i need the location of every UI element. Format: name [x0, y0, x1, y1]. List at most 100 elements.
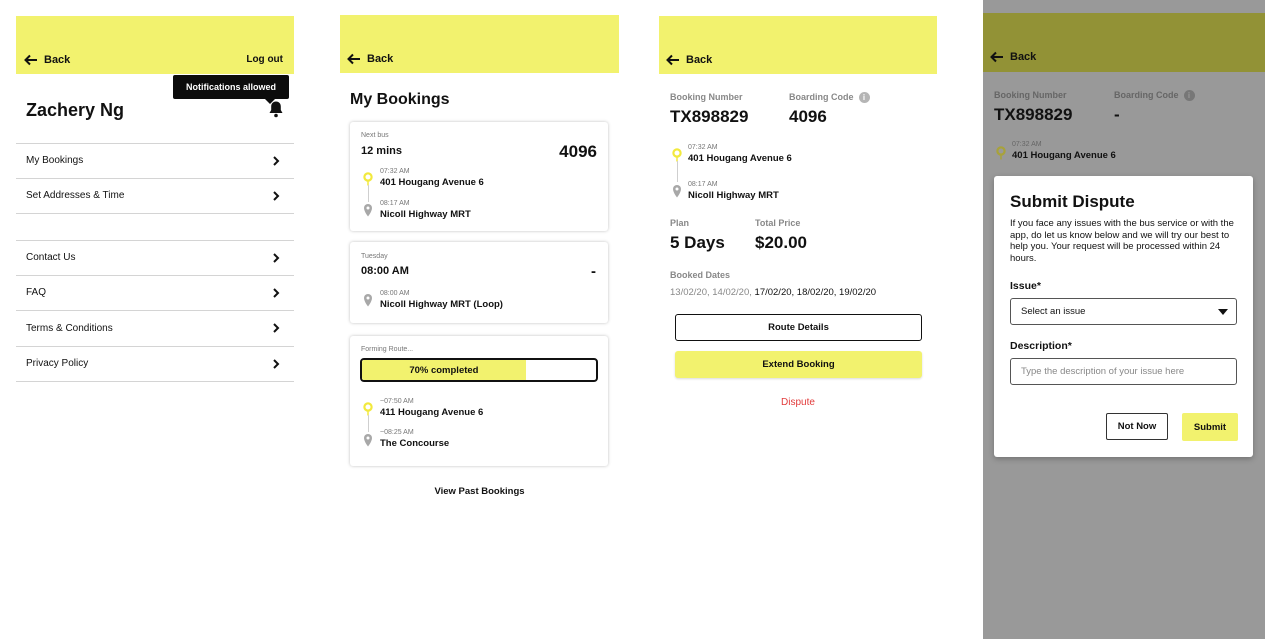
eta: 12 mins — [361, 145, 402, 157]
notifications-tooltip: Notifications allowed — [173, 75, 289, 104]
bus-number: - — [591, 263, 596, 280]
pin-end-icon — [364, 204, 372, 217]
info-icon[interactable]: i — [858, 92, 870, 104]
chevron-right-icon — [273, 288, 280, 298]
plan-label: Plan — [670, 218, 690, 228]
menu-item-label: FAQ — [26, 287, 47, 299]
menu-item-faq[interactable]: FAQ — [16, 276, 294, 311]
arrow-left-icon — [666, 54, 679, 66]
back-label: Back — [44, 54, 71, 66]
boarding-code-label-wrap: Boarding Code i — [789, 92, 870, 104]
modal-title: Submit Dispute — [1010, 192, 1135, 211]
booking-detail-screen: Back Booking Number TX898829 Boarding Co… — [659, 0, 937, 639]
stop-time: 07:32 AM — [380, 168, 410, 175]
booking-number: TX898829 — [670, 107, 749, 126]
chevron-right-icon — [273, 323, 280, 333]
stop-time: 07:32 AM — [688, 144, 718, 151]
not-now-button[interactable]: Not Now — [1106, 413, 1168, 440]
stop-time: 07:32 AM — [1012, 141, 1042, 148]
menu-item-set-addresses[interactable]: Set Addresses & Time — [16, 179, 294, 214]
chevron-right-icon — [273, 253, 280, 263]
back-label: Back — [686, 54, 713, 66]
arrow-left-icon — [24, 54, 37, 66]
description-label: Description* — [1010, 340, 1072, 352]
menu-item-label: My Bookings — [26, 155, 84, 167]
chevron-right-icon — [273, 359, 280, 369]
card-eyebrow: Forming Route... — [361, 346, 414, 353]
info-icon: i — [1183, 90, 1195, 102]
issue-label: Issue* — [1010, 280, 1041, 292]
logout-button[interactable]: Log out — [246, 54, 283, 65]
stop-time: ~08:25 AM — [380, 429, 414, 436]
plan-value: 5 Days — [670, 233, 725, 252]
menu-item-terms[interactable]: Terms & Conditions — [16, 311, 294, 347]
back-button[interactable]: Back — [347, 52, 393, 66]
menu-item-label: Privacy Policy — [26, 358, 89, 370]
secondary-menu: Contact Us FAQ Terms & Conditions Privac… — [16, 240, 294, 382]
booking-card-next-bus[interactable]: Next bus 12 mins 4096 07:32 AM 401 Houga… — [350, 122, 608, 231]
stop-time: 08:17 AM — [688, 181, 718, 188]
booking-card-forming[interactable]: Forming Route... 70% completed ~07:50 AM… — [350, 336, 608, 466]
arrow-left-icon — [347, 53, 360, 65]
pin-start-icon — [996, 146, 1006, 160]
stop-name: 401 Hougang Avenue 6 — [380, 177, 484, 188]
issue-select-value: Select an issue — [1021, 306, 1086, 317]
pin-end-icon — [364, 434, 372, 447]
chevron-right-icon — [273, 191, 280, 201]
stop-name: Nicoll Highway MRT — [380, 209, 471, 220]
boarding-code-label-wrap: Boarding Code i — [1114, 90, 1195, 102]
booked-dates-label: Booked Dates — [670, 270, 731, 280]
arrow-left-icon — [990, 51, 1003, 63]
dispute-screen: Back Booking Number TX898829 Boarding Co… — [983, 0, 1265, 639]
booking-number-label: Booking Number — [670, 92, 743, 102]
progress-fill: 70% completed — [362, 360, 526, 380]
booking-card-scheduled[interactable]: Tuesday 08:00 AM - 08:00 AM Nicoll Highw… — [350, 242, 608, 323]
submit-button[interactable]: Submit — [1182, 413, 1238, 441]
back-label: Back — [1010, 51, 1037, 63]
stop-name: 411 Hougang Avenue 6 — [380, 407, 484, 418]
total-price: $20.00 — [755, 233, 807, 252]
total-price-label: Total Price — [755, 218, 801, 228]
page-title: My Bookings — [350, 91, 450, 108]
view-past-bookings-link[interactable]: View Past Bookings — [340, 486, 619, 497]
scheduled-time: 08:00 AM — [361, 265, 409, 277]
pin-start-icon — [672, 148, 682, 162]
menu-item-privacy[interactable]: Privacy Policy — [16, 347, 294, 382]
booking-number: TX898829 — [994, 105, 1073, 124]
description-input[interactable] — [1010, 358, 1237, 385]
pin-start-icon — [363, 172, 373, 186]
booked-dates: 13/02/20, 14/02/20, 17/02/20, 18/02/20, … — [670, 287, 876, 298]
dispute-link[interactable]: Dispute — [659, 397, 937, 408]
issue-select[interactable]: Select an issue — [1010, 298, 1237, 325]
profile-screen: Back Log out Notifications allowed Zache… — [16, 0, 294, 639]
card-eyebrow: Tuesday — [361, 253, 388, 260]
menu-item-contact-us[interactable]: Contact Us — [16, 240, 294, 276]
menu-item-label: Terms & Conditions — [26, 322, 113, 334]
stop-name: 401 Hougang Avenue 6 — [688, 153, 792, 164]
boarding-code: 4096 — [789, 107, 827, 126]
route-progress-bar: 70% completed — [360, 358, 598, 382]
boarding-code-label: Boarding Code — [1114, 90, 1179, 100]
submit-dispute-modal: Submit Dispute If you face any issues wi… — [994, 176, 1253, 457]
back-button[interactable]: Back — [990, 50, 1036, 64]
bell-icon[interactable] — [268, 100, 284, 118]
card-eyebrow: Next bus — [361, 132, 389, 139]
user-name: Zachery Ng — [26, 100, 125, 120]
bookings-screen: Back My Bookings Next bus 12 mins 4096 0… — [340, 0, 619, 639]
caret-down-icon — [1218, 308, 1228, 315]
stop-name: Nicoll Highway MRT — [688, 190, 779, 201]
menu-item-label: Set Addresses & Time — [26, 190, 125, 202]
back-label: Back — [367, 53, 394, 65]
back-button[interactable]: Back — [24, 53, 70, 67]
route-details-button[interactable]: Route Details — [675, 314, 922, 341]
bus-number: 4096 — [559, 142, 597, 161]
chevron-right-icon — [273, 156, 280, 166]
back-button[interactable]: Back — [666, 53, 712, 67]
extend-booking-button[interactable]: Extend Booking — [675, 351, 922, 378]
stop-name: The Concourse — [380, 438, 450, 449]
stop-time: ~07:50 AM — [380, 398, 414, 405]
pin-end-icon — [364, 294, 372, 307]
menu-item-my-bookings[interactable]: My Bookings — [16, 143, 294, 179]
stop-name: Nicoll Highway MRT (Loop) — [380, 299, 503, 310]
primary-menu: My Bookings Set Addresses & Time — [16, 143, 294, 214]
